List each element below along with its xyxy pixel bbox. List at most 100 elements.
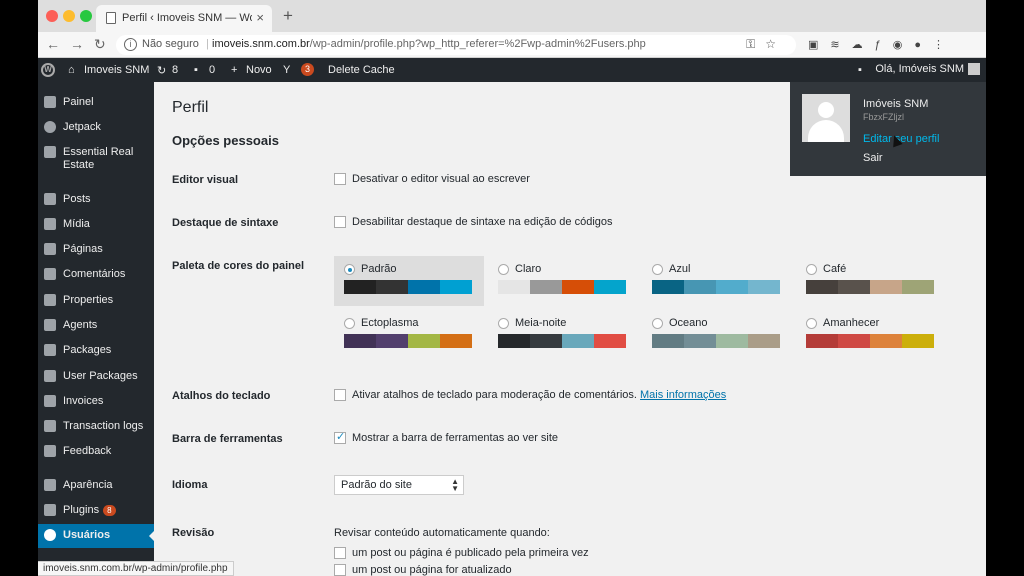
site-name-link[interactable]: Imoveis SNM — [84, 64, 149, 76]
keyboard-shortcuts-checkbox[interactable] — [334, 389, 346, 402]
screen-icon[interactable]: ▪ — [858, 64, 862, 76]
sidebar-item-label: Feedback — [63, 445, 112, 457]
scheme-name: Claro — [515, 263, 542, 275]
function-icon[interactable]: ƒ — [875, 39, 893, 51]
color-scheme-claro[interactable]: Claro — [488, 256, 638, 306]
home-icon[interactable]: ⌂ — [68, 64, 75, 76]
toolbar-checkbox[interactable] — [334, 430, 346, 445]
comments-icon[interactable]: ▪ — [194, 64, 198, 76]
building-icon — [44, 294, 56, 306]
keyboard-shortcuts-option[interactable]: Ativar atalhos de teclado para moderação… — [334, 389, 726, 402]
color-swatch — [376, 280, 408, 294]
sidebar-item-agents[interactable]: Agents — [38, 314, 154, 338]
sidebar-item-user-packages[interactable]: User Packages — [38, 365, 154, 389]
updates-count[interactable]: 8 — [172, 64, 178, 76]
yoast-icon[interactable]: Y — [283, 64, 290, 76]
sidebar-item-plugins[interactable]: Plugins 8 — [38, 499, 154, 523]
color-scheme-cafe[interactable]: Café — [796, 256, 946, 306]
more-info-link[interactable]: Mais informações — [640, 389, 726, 401]
url-text[interactable]: imoveis.snm.com.br/wp-admin/profile.php?… — [212, 38, 646, 50]
opera-icon[interactable]: ◉ — [893, 39, 915, 51]
color-scheme-azul[interactable]: Azul — [642, 256, 792, 306]
sidebar-item-aparencia[interactable]: Aparência — [38, 474, 154, 498]
sidebar-item-posts[interactable]: Posts — [38, 188, 154, 212]
revision-option-update[interactable]: um post ou página for atualizado — [334, 564, 512, 576]
close-tab-icon[interactable]: × — [256, 10, 264, 25]
revision-option-publish[interactable]: um post ou página é publicado pela prime… — [334, 547, 589, 560]
logout-link[interactable]: Sair — [863, 152, 883, 164]
sidebar-item-jetpack[interactable]: Jetpack — [38, 116, 154, 140]
scheme-radio[interactable] — [652, 263, 663, 275]
close-window-button[interactable] — [46, 10, 58, 22]
language-select[interactable]: Padrão do site ▲ ▼ — [334, 475, 464, 495]
sidebar-item-painel[interactable]: Painel — [38, 91, 154, 115]
new-content-link[interactable]: Novo — [246, 64, 272, 76]
visual-editor-checkbox[interactable] — [334, 173, 346, 186]
menu-icon[interactable]: ⋮ — [933, 39, 956, 51]
scheme-radio[interactable] — [806, 263, 817, 275]
star-icon[interactable]: ☆ — [765, 37, 786, 51]
plus-icon[interactable]: + — [231, 64, 237, 76]
maximize-window-button[interactable] — [80, 10, 92, 22]
forward-arrow-icon[interactable]: → — [70, 36, 84, 52]
reload-icon[interactable]: ↻ — [94, 36, 106, 53]
color-swatch — [408, 334, 440, 348]
profile-icon[interactable]: ● — [914, 39, 933, 51]
wordpress-logo-icon[interactable]: W — [41, 63, 55, 77]
back-arrow-icon[interactable]: ← — [46, 36, 60, 52]
scheme-name: Café — [823, 263, 847, 275]
color-scheme-meia-noite[interactable]: Meia-noite — [488, 310, 638, 360]
syntax-highlight-option[interactable]: Desabilitar destaque de sintaxe na ediçã… — [334, 216, 613, 229]
scheme-radio[interactable] — [344, 263, 355, 275]
user-display-name[interactable]: Imóveis SNM — [863, 98, 928, 110]
buffer-icon[interactable]: ≋ — [830, 39, 851, 51]
comments-count[interactable]: 0 — [209, 64, 215, 76]
color-scheme-ectoplasma[interactable]: Ectoplasma — [334, 310, 484, 360]
color-swatch — [716, 280, 748, 294]
plugins-label: Plugins — [63, 504, 100, 516]
new-tab-button[interactable]: + — [283, 6, 293, 26]
delete-cache-link[interactable]: Delete Cache — [328, 64, 395, 76]
yoast-badge[interactable]: 3 — [301, 63, 315, 76]
scheme-radio[interactable] — [344, 317, 355, 329]
updates-icon[interactable]: ↻ — [157, 64, 166, 77]
color-scheme-label: Paleta de cores do painel — [172, 260, 305, 272]
toolbar-option[interactable]: Mostrar a barra de ferramentas ao ver si… — [334, 430, 558, 445]
tab-bar: Perfil ‹ Imoveis SNM — WordPress × + — [38, 0, 986, 32]
page-title: Perfil — [172, 99, 209, 116]
revision-update-checkbox[interactable] — [334, 564, 346, 576]
my-account-menu[interactable]: Olá, Imóveis SNM — [875, 63, 980, 76]
key-icon[interactable]: ⚿ — [746, 37, 765, 51]
scheme-swatches — [498, 334, 626, 348]
sidebar-item-paginas[interactable]: Páginas — [38, 238, 154, 262]
sidebar-item-properties[interactable]: Properties — [38, 289, 154, 313]
cloud-icon[interactable]: ☁ — [852, 39, 875, 51]
browser-tab[interactable]: Perfil ‹ Imoveis SNM — WordPress × — [96, 5, 272, 32]
extension-icon[interactable]: ▣ — [808, 39, 830, 51]
minimize-window-button[interactable] — [63, 10, 75, 22]
color-scheme-oceano[interactable]: Oceano — [642, 310, 792, 360]
scheme-radio[interactable] — [498, 317, 509, 329]
color-scheme-padrao[interactable]: Padrão — [334, 256, 484, 306]
sidebar-item-packages[interactable]: Packages — [38, 339, 154, 363]
revision-publish-checkbox[interactable] — [334, 547, 346, 560]
scheme-radio[interactable] — [652, 317, 663, 329]
user-avatar[interactable] — [802, 94, 850, 142]
sidebar-item-midia[interactable]: Mídia — [38, 213, 154, 237]
sidebar-item-comentarios[interactable]: Comentários — [38, 263, 154, 287]
color-scheme-amanhecer[interactable]: Amanhecer — [796, 310, 946, 360]
address-bar[interactable]: i Não seguro | imoveis.snm.com.br/wp-adm… — [116, 35, 796, 55]
url-path: /wp-admin/profile.php?wp_http_referer=%2… — [309, 38, 646, 50]
scheme-radio[interactable] — [806, 317, 817, 329]
syntax-highlight-checkbox[interactable] — [334, 216, 346, 229]
sidebar-item-invoices[interactable]: Invoices — [38, 390, 154, 414]
scheme-radio[interactable] — [498, 263, 509, 275]
user-account-dropdown: Imóveis SNM FbzxFZljzl Editar seu perfil… — [790, 82, 986, 176]
sidebar-item-essential-real-estate[interactable]: Essential Real Estate — [38, 141, 154, 177]
color-swatch — [408, 280, 440, 294]
sidebar-item-transaction-logs[interactable]: Transaction logs — [38, 415, 154, 439]
info-icon[interactable]: i — [124, 38, 137, 51]
sidebar-item-feedback[interactable]: Feedback — [38, 440, 154, 464]
sidebar-item-usuarios[interactable]: Usuários — [38, 524, 155, 548]
visual-editor-option[interactable]: Desativar o editor visual ao escrever — [334, 173, 530, 186]
